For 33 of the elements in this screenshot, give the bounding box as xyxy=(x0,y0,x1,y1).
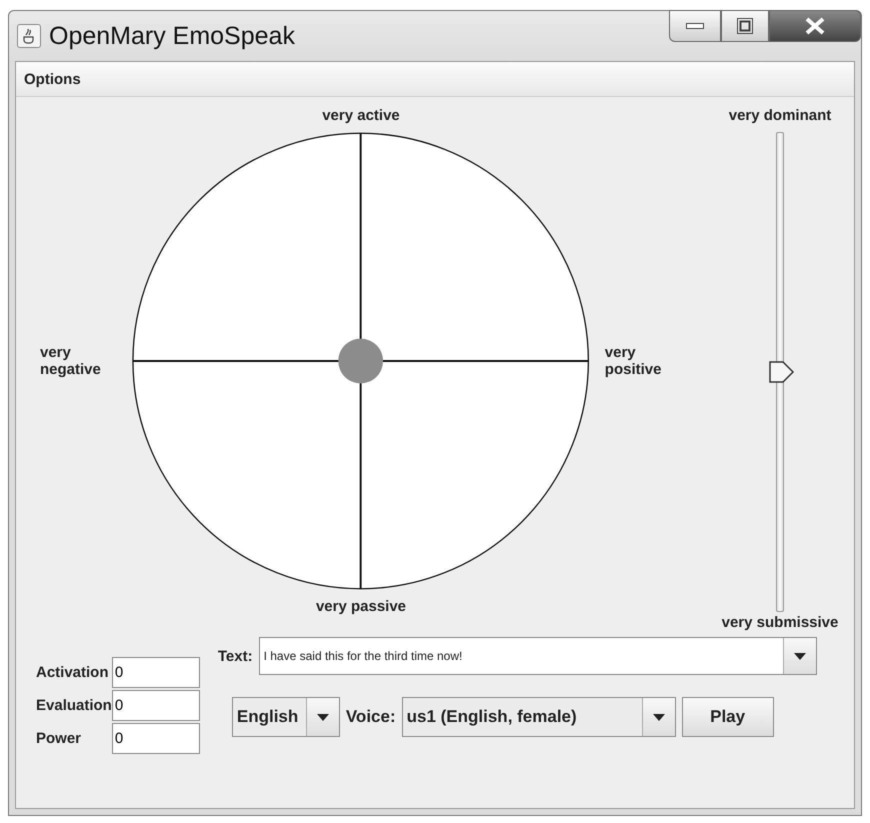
play-button[interactable]: Play xyxy=(682,697,774,737)
language-combo[interactable]: English xyxy=(232,697,340,737)
caret-icon xyxy=(652,714,665,720)
axis-label: very active xyxy=(322,107,400,124)
text-combo[interactable]: I have said this for the third time now! xyxy=(258,637,817,675)
maximize-icon xyxy=(737,18,753,34)
position-dot[interactable] xyxy=(338,338,384,384)
voice-label: Voice: xyxy=(346,707,396,727)
caret-icon xyxy=(316,714,329,720)
field-label: Activation xyxy=(36,664,110,681)
close-button[interactable] xyxy=(769,10,861,42)
emotion-circle[interactable] xyxy=(132,132,590,590)
text-label: Text: xyxy=(218,648,253,664)
axis-label: very passive xyxy=(316,598,406,615)
close-icon xyxy=(804,17,826,35)
minimize-button[interactable] xyxy=(669,10,721,42)
field-label: Power xyxy=(36,730,82,747)
value-field[interactable]: 0 xyxy=(112,723,200,754)
window-title: OpenMary EmoSpeak xyxy=(49,22,295,50)
value-field[interactable]: 0 xyxy=(112,690,200,721)
field-label: Evaluation xyxy=(36,697,112,714)
axis-label: very positive xyxy=(604,344,662,378)
slider-thumb[interactable] xyxy=(769,361,795,383)
axis-label: very negative xyxy=(40,344,101,378)
cup-icon xyxy=(17,24,41,48)
menu-item[interactable]: Options xyxy=(24,70,81,88)
caret-icon xyxy=(794,652,806,660)
voice-combo[interactable]: us1 (English, female) xyxy=(402,697,676,737)
minimize-icon xyxy=(686,23,704,29)
slider-label: very submissive xyxy=(722,614,838,631)
slider-label: very dominant xyxy=(728,107,832,124)
value-field[interactable]: 0 xyxy=(112,657,200,688)
maximize-button[interactable] xyxy=(721,10,769,42)
